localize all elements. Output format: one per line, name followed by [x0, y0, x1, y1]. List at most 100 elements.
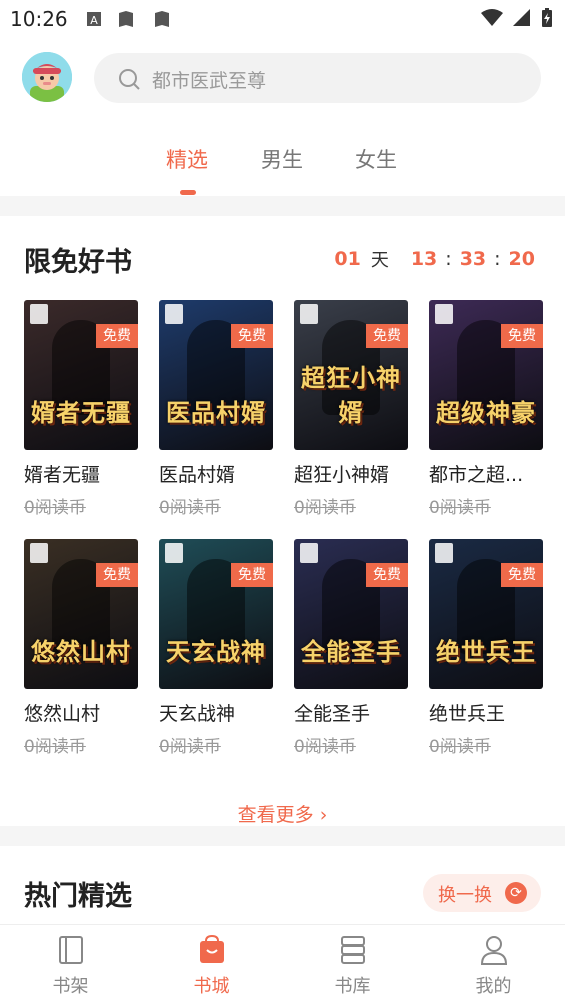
free-badge: 免费 — [96, 324, 138, 348]
free-badge: 免费 — [96, 563, 138, 587]
book-title: 都市之超... — [429, 464, 524, 486]
battery-icon — [542, 8, 552, 27]
book-title: 悠然山村 — [24, 703, 101, 725]
book-price: 0阅读币 — [429, 498, 491, 518]
countdown-minutes: 33 — [459, 248, 487, 270]
cover-title: 悠然山村 — [31, 638, 131, 666]
avatar-icon — [22, 52, 72, 102]
free-badge: 免费 — [501, 563, 543, 587]
swap-label: 换一换 — [438, 885, 492, 906]
tab-indicator — [180, 190, 196, 195]
cover-title: 全能圣手 — [301, 638, 401, 666]
tab-featured[interactable]: 精选 — [166, 144, 208, 174]
search-placeholder: 都市医武至尊 — [152, 70, 267, 92]
book-card[interactable]: 免费超级神豪都市之超... 0阅读币 — [429, 300, 543, 518]
book-price: 0阅读币 — [24, 737, 86, 757]
book-card[interactable]: 免费 绝世兵王 绝世兵王 0阅读币 — [429, 539, 543, 757]
book-cover[interactable]: 免费全能圣手 — [294, 539, 408, 689]
nav-profile[interactable]: 我的 — [423, 925, 564, 1005]
book-title: 医品村婿 — [159, 464, 236, 486]
wifi-icon — [481, 9, 503, 26]
signal-icon — [513, 9, 530, 26]
search-icon — [119, 69, 140, 90]
avatar[interactable] — [22, 52, 72, 102]
free-badge: 免费 — [231, 563, 273, 587]
tab-male[interactable]: 男生 — [261, 144, 303, 174]
notification-a-icon: A — [87, 12, 101, 27]
publisher-logo-icon — [300, 304, 318, 324]
book-cover[interactable]: 免费婿者无疆 — [24, 300, 138, 450]
publisher-logo-icon — [165, 543, 183, 563]
nav-bookshelf[interactable]: 书架 — [0, 925, 141, 1005]
book-card[interactable]: 免费 天玄战神 天玄战神 0阅读币 — [159, 539, 273, 757]
free-badge: 免费 — [366, 563, 408, 587]
cover-title: 天玄战神 — [166, 638, 266, 666]
category-tabs: 精选 男生 女生 — [0, 140, 565, 200]
publisher-logo-icon — [435, 543, 453, 563]
cover-title: 超级神豪 — [436, 399, 536, 427]
hot-section-title: 热门精选 — [24, 881, 132, 912]
book-price: 0阅读币 — [294, 737, 356, 757]
book-price: 0阅读币 — [294, 498, 356, 518]
book-card[interactable]: 免费 医品村婿 医品村婿 0阅读币 — [159, 300, 273, 518]
bookstore-icon — [200, 935, 224, 963]
book-card[interactable]: 免费 婿者无疆 婿者无疆 0阅读币 — [24, 300, 138, 518]
free-badge: 免费 — [501, 324, 543, 348]
countdown-days: 01 — [334, 248, 361, 270]
book-cover[interactable]: 免费天玄战神 — [159, 539, 273, 689]
countdown-seconds: 20 — [508, 248, 535, 270]
nav-label: 书城 — [193, 976, 230, 997]
book-price: 0阅读币 — [429, 737, 491, 757]
refresh-icon: ⟳ — [505, 882, 527, 904]
book-title: 绝世兵王 — [429, 703, 506, 725]
book-cover[interactable]: 免费悠然山村 — [24, 539, 138, 689]
library-icon — [341, 936, 365, 964]
swap-button[interactable]: 换一换 ⟳ — [423, 874, 541, 912]
countdown-day-unit: 天 — [370, 250, 389, 271]
nav-library[interactable]: 书库 — [282, 925, 423, 1005]
bottom-nav: 书架 书城 书库 我的 — [0, 924, 565, 1004]
section-divider — [0, 826, 565, 846]
countdown-timer: 01 天 13 : 33 : 20 — [334, 246, 535, 272]
book-cover[interactable]: 免费超狂小神婿 — [294, 300, 408, 450]
book-card[interactable]: 免费 超狂小神婿 超狂小神婿 0阅读币 — [294, 300, 408, 518]
countdown-hours: 13 — [410, 248, 438, 270]
nav-label: 书库 — [334, 976, 371, 997]
top-bar: 都市医武至尊 — [0, 48, 565, 112]
nav-label: 我的 — [475, 976, 512, 997]
free-badge: 免费 — [366, 324, 408, 348]
book-card[interactable]: 免费 悠然山村 悠然山村 0阅读币 — [24, 539, 138, 757]
cover-title: 绝世兵王 — [436, 638, 536, 666]
book-title: 天玄战神 — [159, 703, 236, 725]
publisher-logo-icon — [300, 543, 318, 563]
bookshelf-icon — [59, 936, 83, 964]
book-cover[interactable]: 免费超级神豪 — [429, 300, 543, 450]
publisher-logo-icon — [165, 304, 183, 324]
notification-book-icon — [119, 11, 133, 27]
notification-book-icon — [155, 11, 169, 27]
book-card[interactable]: 免费全能圣手 全能圣手 0阅读币 — [294, 539, 408, 757]
book-price: 0阅读币 — [159, 737, 221, 757]
nav-bookstore[interactable]: 书城 — [141, 925, 282, 1005]
cover-title: 超狂小神婿 — [301, 364, 401, 427]
book-title: 超狂小神婿 — [294, 464, 390, 486]
publisher-logo-icon — [30, 543, 48, 563]
section-divider — [0, 196, 565, 216]
profile-icon — [480, 936, 508, 965]
countdown-separator: : — [494, 248, 501, 270]
free-badge: 免费 — [231, 324, 273, 348]
publisher-logo-icon — [30, 304, 48, 324]
view-more-link[interactable]: 查看更多 › — [0, 800, 565, 827]
countdown-separator: : — [445, 248, 452, 270]
book-cover[interactable]: 免费绝世兵王 — [429, 539, 543, 689]
book-price: 0阅读币 — [24, 498, 86, 518]
cover-title: 婿者无疆 — [31, 399, 131, 427]
search-bar[interactable]: 都市医武至尊 — [94, 53, 541, 103]
book-title: 婿者无疆 — [24, 464, 101, 486]
book-cover[interactable]: 免费医品村婿 — [159, 300, 273, 450]
status-bar: 10:26 A — [0, 0, 565, 40]
status-time: 10:26 — [10, 7, 68, 31]
cover-title: 医品村婿 — [166, 399, 266, 427]
svg-text:A: A — [90, 14, 98, 27]
tab-female[interactable]: 女生 — [355, 144, 397, 174]
